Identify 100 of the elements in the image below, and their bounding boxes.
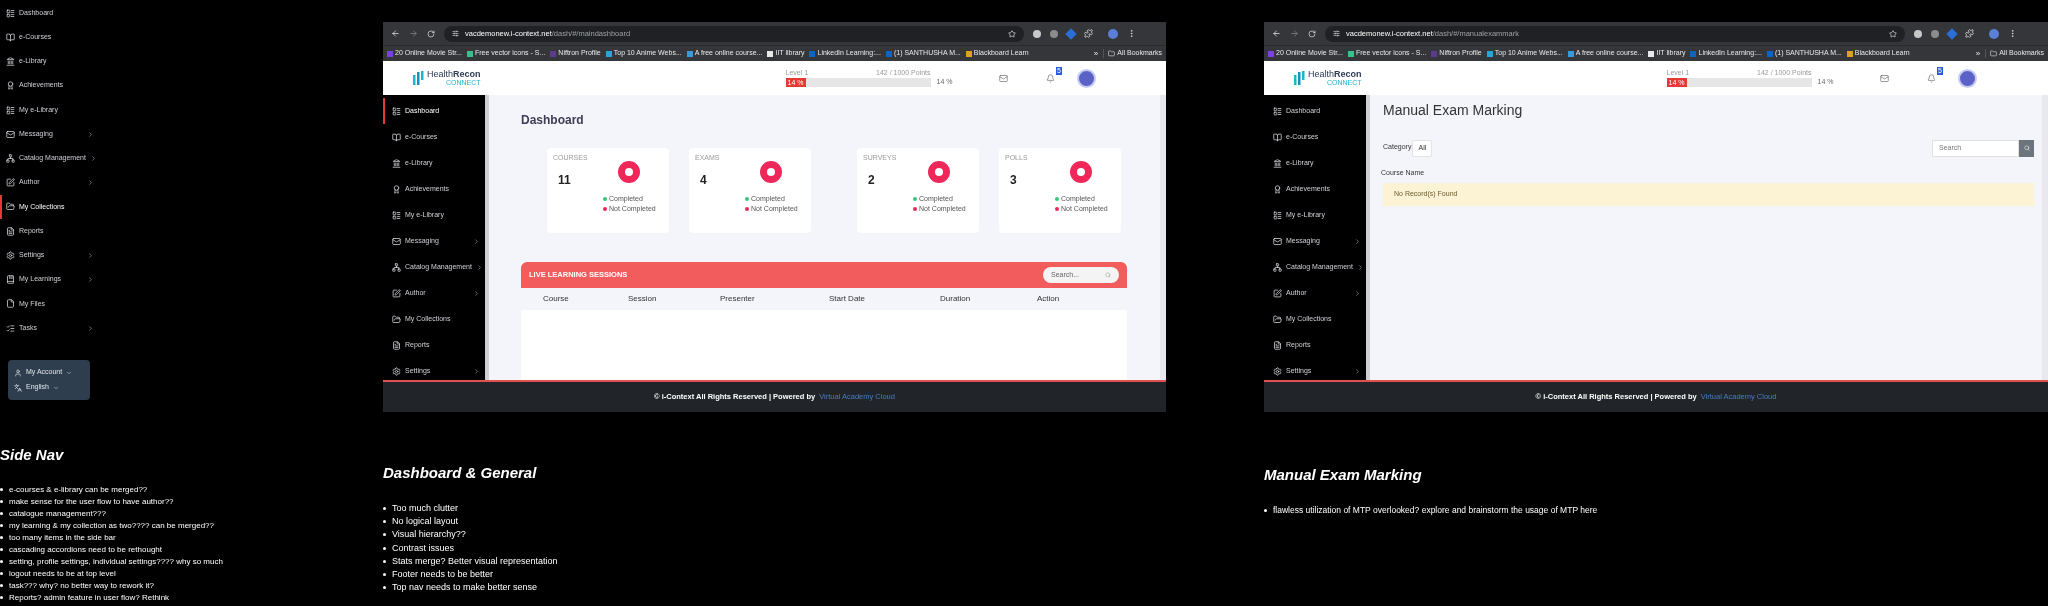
language-icon [14, 383, 22, 392]
note-text: make sense for the user flow to have author?? [9, 496, 174, 507]
note-text: too many items in the side bar [9, 532, 116, 543]
scrollbar[interactable] [485, 95, 489, 380]
profile-avatar[interactable] [1989, 28, 1999, 39]
list-icon [1273, 106, 1282, 116]
bullet-icon [383, 573, 386, 577]
star-icon[interactable] [1889, 29, 1897, 38]
search-icon [2023, 145, 2030, 151]
bullet-icon [383, 506, 386, 510]
envelope-icon [392, 236, 401, 246]
envelope-icon [1273, 236, 1282, 246]
page-title: Dashboard [521, 113, 585, 128]
network-icon [6, 154, 15, 163]
reload-icon[interactable] [427, 29, 435, 38]
bullet-icon [0, 548, 3, 552]
puzzle-icon[interactable] [1965, 29, 1974, 38]
note-text: catalogue management??? [9, 508, 106, 519]
bell-icon[interactable] [1045, 73, 1055, 83]
book-icon [6, 32, 15, 42]
logo-text: HealthRecon [1308, 70, 1362, 79]
reload-icon[interactable] [1308, 29, 1316, 38]
note-text: e-courses & e-library can be merged?? [9, 484, 148, 495]
bank-icon [6, 57, 15, 67]
gear-icon [6, 250, 15, 260]
book-icon [1273, 132, 1282, 142]
envelope-icon[interactable] [998, 73, 1008, 83]
user-avatar[interactable] [1076, 68, 1096, 88]
stat-value: 11 [558, 172, 572, 188]
bank-icon [1273, 158, 1282, 168]
bell-icon[interactable] [1926, 73, 1936, 83]
bullet-icon [0, 488, 3, 492]
note-text: flawless utilization of MTP overlooked? explore and brainstorm the usage of MTP here [1273, 504, 1598, 516]
network-icon [1273, 262, 1282, 272]
note-text: Footer needs to be better [392, 569, 494, 581]
bullet-icon [0, 500, 3, 504]
profile-avatar[interactable] [1108, 28, 1118, 39]
book-icon [392, 132, 401, 142]
note-text: logout needs to be at top level [9, 568, 116, 579]
stat-value: 4 [700, 172, 708, 188]
gear-icon [1273, 366, 1282, 376]
bullet-icon [383, 559, 386, 563]
bullet-icon [1264, 508, 1267, 512]
file-icon [6, 299, 15, 309]
bullet-icon [383, 586, 386, 590]
puzzle-icon[interactable] [1084, 29, 1093, 38]
column-header: Session [628, 294, 658, 304]
note-text: Too much clutter [392, 502, 459, 514]
column-header: Course [543, 294, 570, 304]
list-icon [1273, 210, 1282, 220]
bullet-icon [0, 536, 3, 540]
logo-icon [1294, 70, 1305, 86]
bullet-icon [0, 524, 3, 528]
list-icon [6, 105, 15, 115]
scrollbar[interactable] [1366, 95, 1370, 380]
chevron-icon [66, 369, 73, 376]
overflow-button[interactable]: » [1975, 48, 1981, 59]
ring-icon [618, 161, 641, 183]
note-text: setting, profile settings, individual settings???? why so much [9, 556, 223, 567]
note-text: task??? why? no better way to rework it? [9, 580, 154, 591]
logo-text: HealthRecon [427, 70, 481, 79]
envelope-icon[interactable] [1879, 73, 1889, 83]
pen-icon [392, 288, 401, 298]
overflow-button[interactable]: » [1093, 48, 1099, 59]
scrollbar[interactable] [2042, 95, 2048, 380]
search-button[interactable] [2019, 139, 2034, 157]
note-text: Reports? admin feature in user flow? Rethink [9, 592, 170, 603]
user-avatar[interactable] [1957, 68, 1977, 88]
bank-icon [392, 158, 401, 168]
ring-icon [760, 161, 783, 183]
envelope-icon [6, 129, 15, 139]
bullet-icon [0, 572, 3, 576]
star-icon[interactable] [1008, 29, 1016, 38]
forward-arrow-icon[interactable] [1290, 29, 1299, 38]
back-arrow-icon[interactable] [391, 29, 400, 38]
folder-icon [1108, 50, 1116, 57]
note-text: Stats merge? Better visual representation [392, 555, 558, 567]
note-text: cascading accordions need to be rethought [9, 544, 162, 555]
checklist-icon [6, 323, 15, 333]
note-text: Top nav needs to make better sense [392, 582, 538, 594]
stat-value: 3 [1010, 172, 1018, 188]
search-icon [1105, 272, 1111, 278]
document-icon [1273, 340, 1282, 350]
folder-icon [392, 314, 401, 324]
bullet-icon [383, 546, 386, 550]
column-header: Start Date [829, 294, 866, 304]
bullet-icon [0, 596, 3, 600]
folder-icon [1273, 314, 1282, 324]
page-title: Manual Exam Marking [1383, 102, 1524, 120]
chevron-icon [52, 384, 59, 391]
forward-arrow-icon[interactable] [409, 29, 418, 38]
more-icon[interactable] [1127, 29, 1136, 38]
user-icon [14, 368, 22, 377]
scrollbar[interactable] [1160, 95, 1166, 380]
section-heading: Dashboard & General [383, 464, 538, 483]
more-icon[interactable] [2008, 29, 2017, 38]
award-icon [392, 184, 401, 194]
note-text: Contrast issues [392, 542, 455, 554]
back-arrow-icon[interactable] [1272, 29, 1281, 38]
folder-icon [6, 202, 15, 212]
